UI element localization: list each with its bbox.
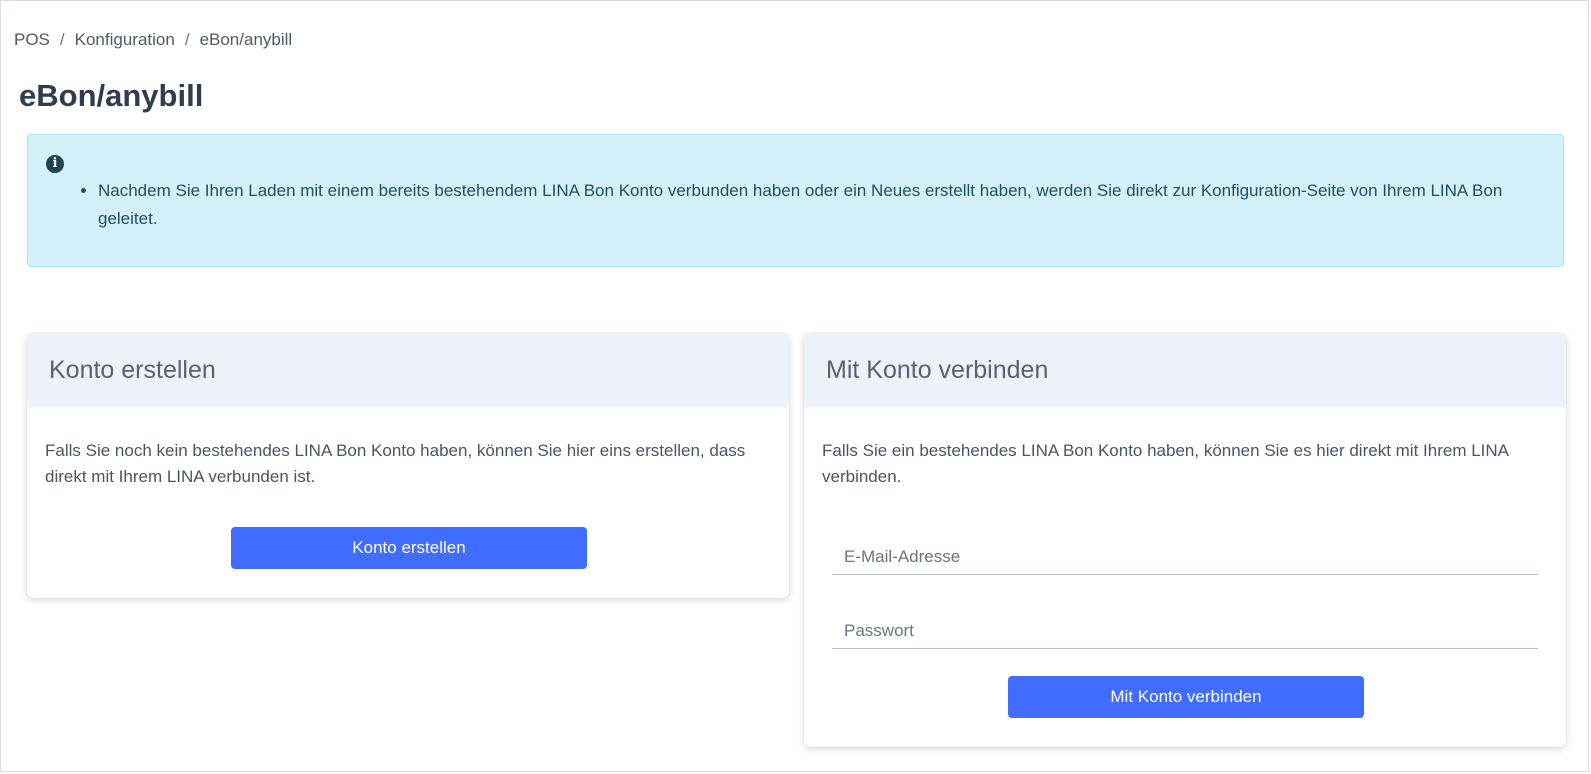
breadcrumb-item-pos[interactable]: POS bbox=[14, 30, 50, 50]
info-list: Nachdem Sie Ihren Laden mit einem bereit… bbox=[80, 177, 1533, 233]
card-title: Konto erstellen bbox=[27, 333, 789, 407]
create-account-button[interactable]: Konto erstellen bbox=[231, 527, 587, 569]
password-input[interactable] bbox=[832, 614, 1538, 648]
info-list-item: Nachdem Sie Ihren Laden mit einem bereit… bbox=[98, 177, 1533, 233]
email-field bbox=[832, 540, 1538, 575]
create-account-card: Konto erstellen Falls Sie noch kein best… bbox=[27, 333, 789, 598]
info-circle-icon: i bbox=[46, 155, 64, 173]
page-title: eBon/anybill bbox=[19, 78, 204, 113]
breadcrumb-separator: / bbox=[59, 30, 65, 49]
connect-account-card: Mit Konto verbinden Falls Sie ein besteh… bbox=[804, 333, 1566, 747]
info-alert: i Nachdem Sie Ihren Laden mit einem bere… bbox=[27, 134, 1564, 267]
breadcrumb: POS / Konfiguration / eBon/anybill bbox=[14, 30, 292, 50]
breadcrumb-item-konfiguration[interactable]: Konfiguration bbox=[75, 30, 175, 50]
card-description: Falls Sie ein bestehendes LINA Bon Konto… bbox=[822, 441, 1509, 486]
connect-account-button[interactable]: Mit Konto verbinden bbox=[1008, 676, 1364, 718]
card-description: Falls Sie noch kein bestehendes LINA Bon… bbox=[45, 441, 746, 486]
breadcrumb-separator: / bbox=[184, 30, 190, 49]
breadcrumb-item-current: eBon/anybill bbox=[199, 30, 293, 49]
password-field bbox=[832, 614, 1538, 649]
email-input[interactable] bbox=[832, 540, 1538, 574]
card-title: Mit Konto verbinden bbox=[804, 333, 1566, 407]
